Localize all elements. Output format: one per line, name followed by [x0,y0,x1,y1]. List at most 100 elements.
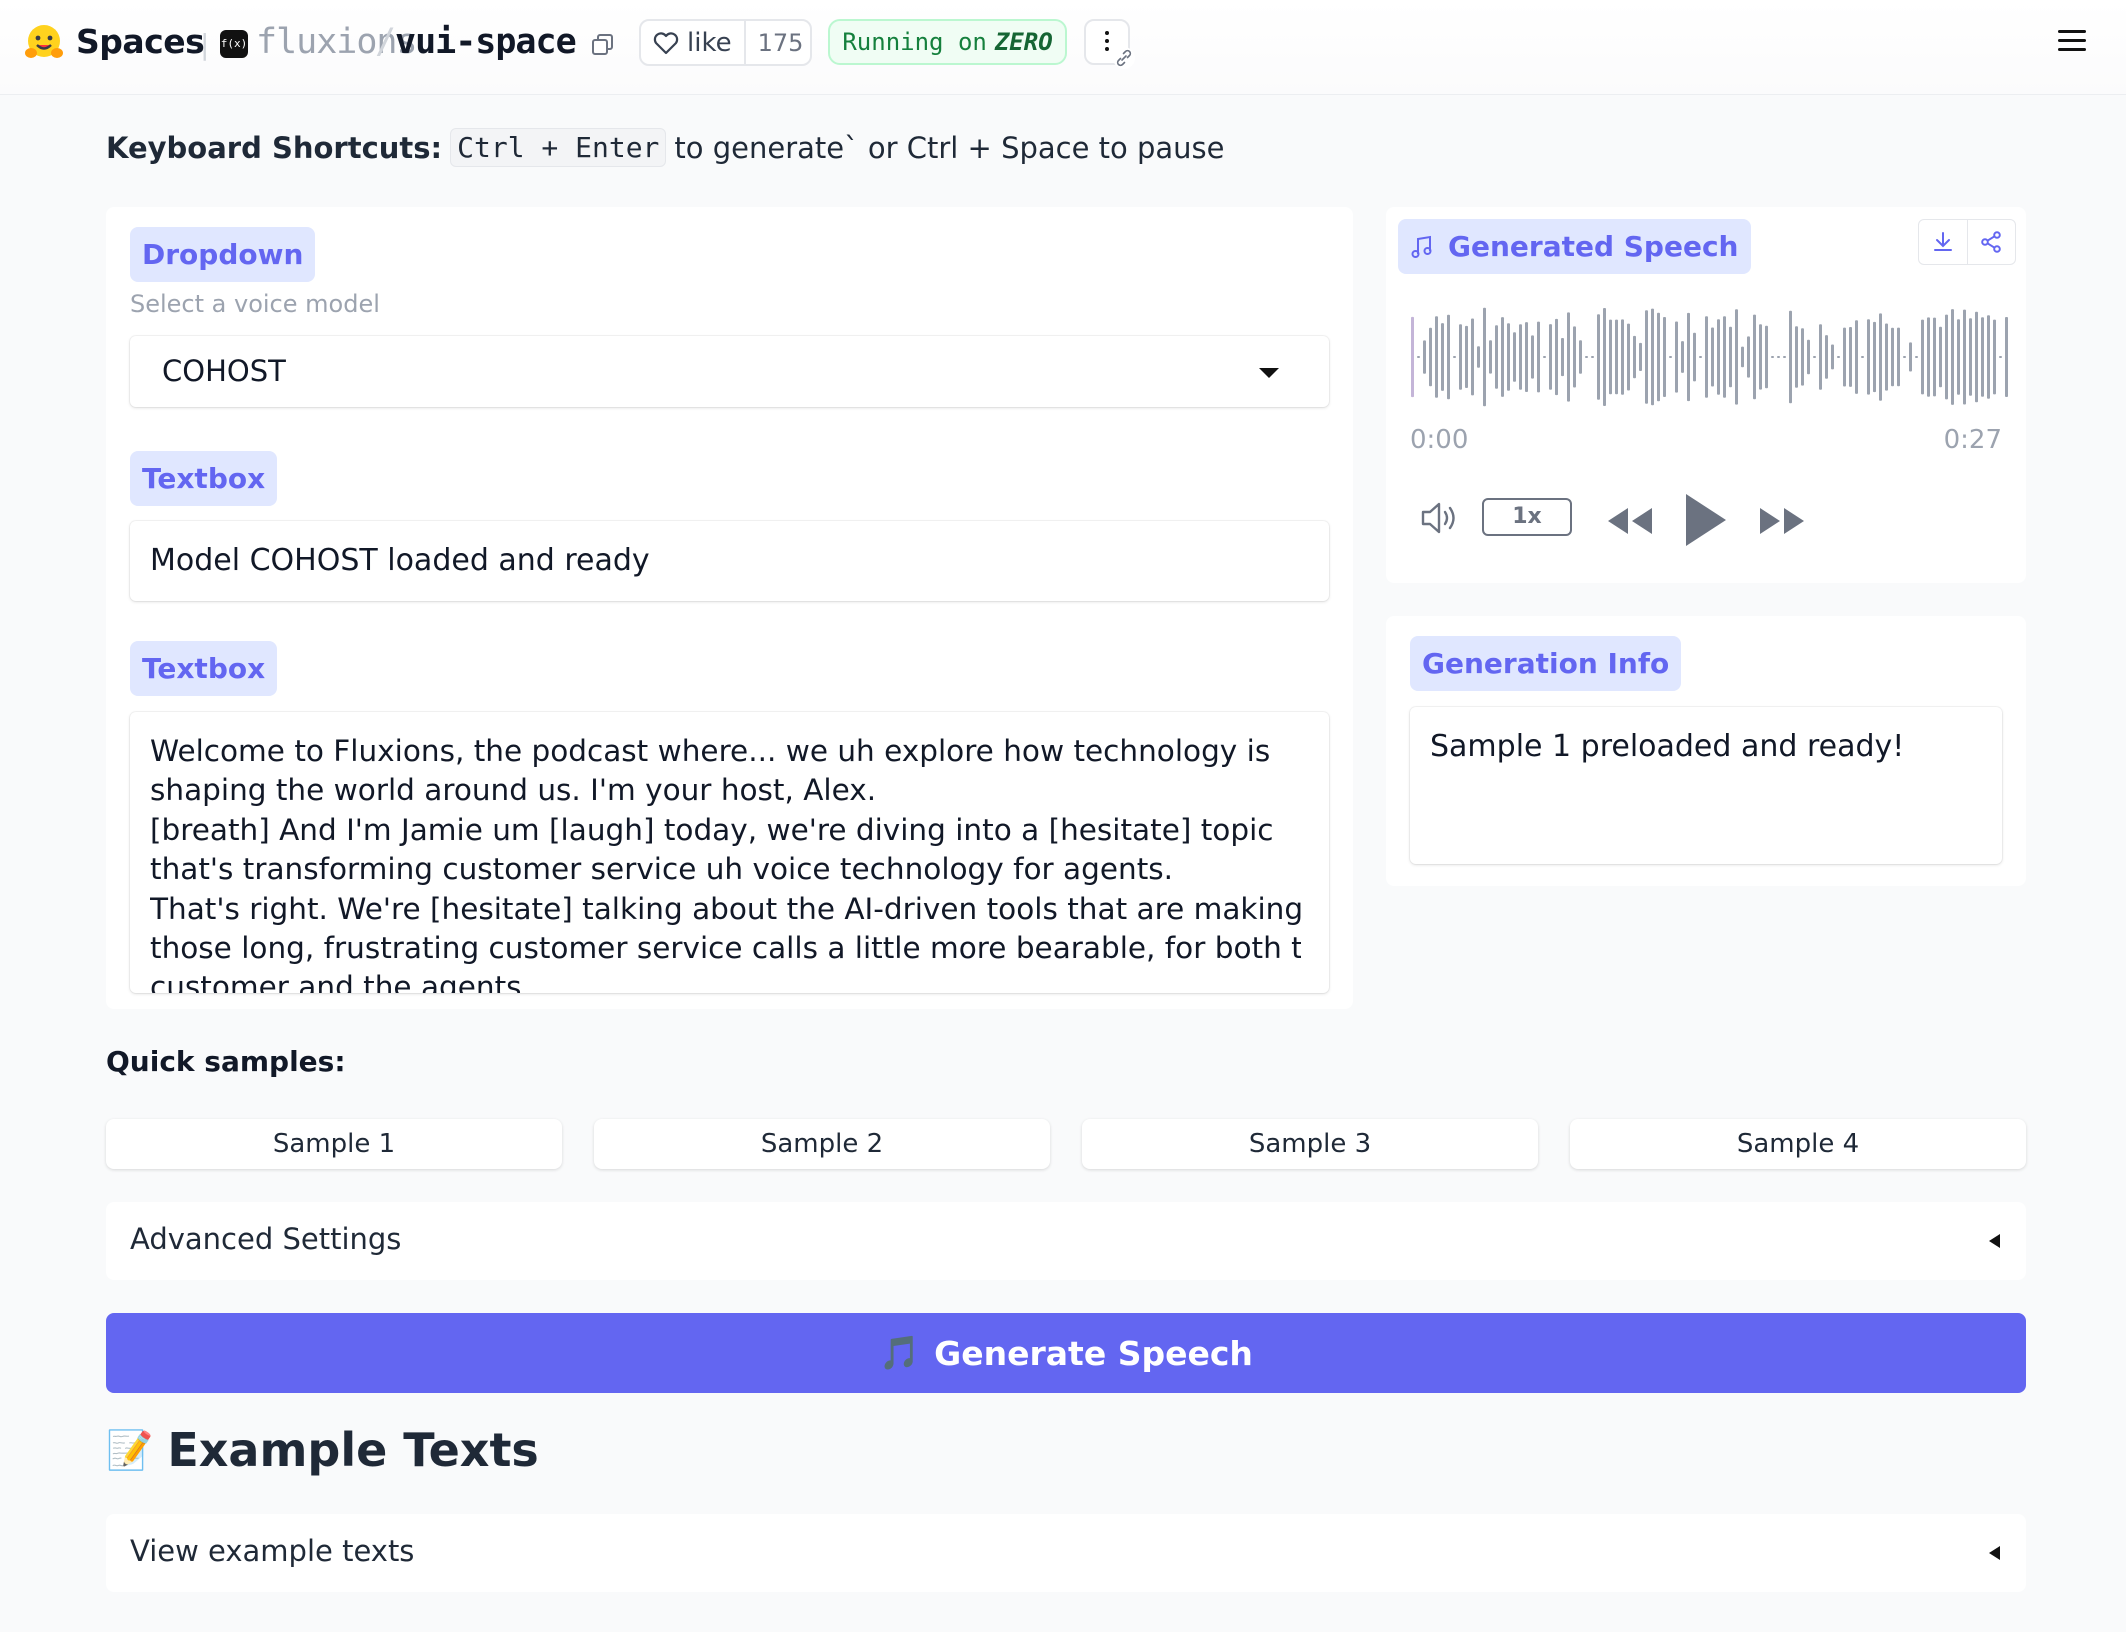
generation-info-textbox[interactable]: Sample 1 preloaded and ready! [1410,707,2002,864]
waveform-bar [1927,317,1930,397]
waveform-bar [1843,327,1846,387]
waveform-bar [1783,356,1786,358]
sample-4-button[interactable]: Sample 4 [1570,1119,2026,1169]
rewind-icon[interactable] [1606,504,1654,538]
waveform-bar [1465,325,1468,388]
waveform-bar [1873,321,1876,393]
waveform-bar [1579,340,1582,374]
generate-speech-button[interactable]: 🎵 Generate Speech [106,1313,2026,1393]
status-textbox-value: Model COHOST loaded and ready [150,543,650,578]
spaces-link[interactable]: Spaces [76,22,205,61]
waveform-bar [1621,319,1624,395]
copy-icon[interactable] [590,32,616,58]
waveform-bar [1789,310,1792,404]
waveform-bar [1513,332,1516,382]
waveform-bar [1801,328,1804,386]
volume-icon[interactable] [1420,501,1464,535]
voice-model-dropdown[interactable]: COHOST [130,336,1329,407]
waveform-bar [1885,323,1888,391]
waveform-bar [1675,321,1678,393]
advanced-settings-accordion[interactable]: Advanced Settings [106,1202,2026,1280]
waveform-bar [1969,318,1972,396]
voice-dropdown-info: Select a voice model [130,290,380,318]
waveform-bar [1585,356,1588,358]
waveform-bar [1771,356,1774,358]
running-hardware: ZERO [994,28,1053,56]
fast-forward-icon[interactable] [1758,504,1806,538]
waveform-bar [1501,317,1504,397]
sample-3-button[interactable]: Sample 3 [1082,1119,1538,1169]
download-button[interactable] [1919,220,1968,264]
waveform-bar [1507,323,1510,391]
link-icon [1113,47,1135,69]
text-line: [breath] And I'm Jamie um [laugh] today,… [150,812,1274,847]
separator: | [200,28,210,61]
like-button[interactable]: like 175 [639,19,812,66]
waveform-bar [1687,312,1690,402]
waveform-bar [1921,319,1924,395]
waveform-bar [1633,335,1636,379]
generation-info-value: Sample 1 preloaded and ready! [1430,729,1905,764]
waveform-bar [1735,309,1738,405]
waveform-bar [1861,356,1864,358]
waveform-bar [1819,324,1822,390]
memo-icon: 📝 [106,1427,154,1472]
waveform-bar [1663,317,1666,397]
example-texts-accordion-label: View example texts [130,1534,415,1568]
waveform-bar [1609,319,1612,395]
voice-model-value: COHOST [162,354,286,388]
waveform-bar [1555,318,1558,396]
play-icon[interactable] [1682,490,1728,550]
waveform-bar [1765,325,1768,389]
waveform-bar [1567,312,1570,402]
keyboard-shortcuts-note: Keyboard Shortcuts: Ctrl + Enter to gene… [106,128,1225,167]
owner-avatar[interactable]: f(x) [220,30,248,58]
generated-speech-title: Generated Speech [1448,230,1739,263]
menu-icon[interactable] [2058,30,2086,52]
input-textbox-label: Textbox [130,641,278,696]
audio-waveform[interactable] [1410,297,2010,417]
status-textbox[interactable]: Model COHOST loaded and ready [130,521,1329,601]
waveform-bar [1855,320,1858,394]
waveform-bar [1915,356,1918,358]
waveform-bar [1549,324,1552,390]
like-count[interactable]: 175 [746,29,816,57]
chevron-down-icon [1259,368,1279,378]
share-button[interactable] [1968,220,2016,264]
hugging-face-logo-icon[interactable] [22,20,66,64]
waveform-bar [1459,324,1462,390]
collapse-arrow-icon [1989,1234,2000,1248]
waveform-bar [1669,356,1672,358]
waveform-bar [1879,313,1882,401]
repo-link[interactable]: vui-space [395,22,577,62]
waveform-bar [1603,308,1606,406]
sample-2-button[interactable]: Sample 2 [594,1119,1050,1169]
download-icon [1933,232,1952,251]
playback-rate-button[interactable]: 1x [1482,498,1572,536]
waveform-bar [1423,340,1426,374]
example-texts-title: Example Texts [167,1423,539,1477]
running-prefix: Running on [842,28,987,56]
waveform-bar [1537,321,1540,393]
waveform-bar [1831,344,1834,370]
example-texts-accordion[interactable]: View example texts [106,1514,2026,1592]
waveform-bar [1813,356,1816,358]
waveform-bar [1441,323,1444,391]
generate-speech-label: Generate Speech [934,1333,1253,1373]
waveform-bar [1903,356,1906,358]
waveform-bar [1525,322,1528,392]
speech-text-content: Welcome to Fluxions, the podcast where..… [150,732,1301,993]
waveform-bar [1825,335,1828,379]
voice-dropdown-label: Dropdown [130,227,316,282]
waveform-bar [1723,316,1726,398]
sample-1-button[interactable]: Sample 1 [106,1119,562,1169]
waveform-bar [1483,307,1486,407]
vertical-dots-icon [1105,31,1109,55]
waveform-bar [1951,309,1954,405]
status-textbox-label: Textbox [130,451,278,506]
waveform-bar [1705,316,1708,398]
speech-text-input[interactable]: Welcome to Fluxions, the podcast where..… [130,712,1329,993]
like-toggle[interactable]: like [641,21,746,64]
runtime-status-badge[interactable]: Running on ZERO [828,19,1067,65]
waveform-bar [1987,315,1990,399]
